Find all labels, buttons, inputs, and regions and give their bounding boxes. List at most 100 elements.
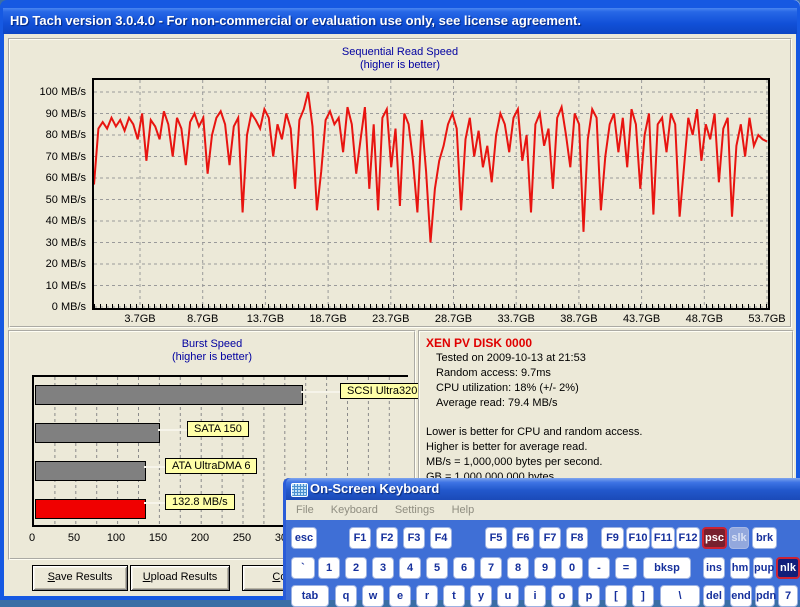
osk-key-nlk[interactable]: nlk — [776, 557, 800, 579]
seq-x-tick: 23.7GB — [368, 313, 414, 325]
osk-key-u[interactable]: u — [497, 585, 519, 607]
seq-y-tick: 100 MB/s — [16, 86, 86, 98]
osk-key-7[interactable]: 7 — [480, 557, 502, 579]
osk-key--[interactable]: - — [588, 557, 610, 579]
osk-key-5[interactable]: 5 — [426, 557, 448, 579]
burst-bar-label: 132.8 MB/s — [165, 494, 235, 510]
seq-plot-area — [92, 78, 770, 310]
osk-key-r[interactable]: r — [416, 585, 438, 607]
osk-key-3[interactable]: 3 — [372, 557, 394, 579]
osk-key-F3[interactable]: F3 — [403, 527, 425, 549]
osk-key-F9[interactable]: F9 — [601, 527, 624, 549]
osk-key-F5[interactable]: F5 — [485, 527, 507, 549]
osk-key-8[interactable]: 8 — [507, 557, 529, 579]
burst-bar-0 — [35, 385, 303, 405]
osk-key-brk[interactable]: brk — [752, 527, 777, 549]
seq-axis-ticks — [94, 304, 768, 308]
osk-key-][interactable]: ] — [632, 585, 654, 607]
seq-y-tick: 80 MB/s — [16, 129, 86, 141]
osk-menu-settings[interactable]: Settings — [395, 504, 435, 516]
chart-subtitle-line: (higher is better) — [10, 351, 414, 364]
osk-key-y[interactable]: y — [470, 585, 492, 607]
osk-key-1[interactable]: 1 — [318, 557, 340, 579]
osk-key-q[interactable]: q — [335, 585, 357, 607]
seq-x-tick: 13.7GB — [242, 313, 288, 325]
osk-key-area: esc F1F2F3F4 F5F6F7F8 F9F10F11F12pscslkbrk `… — [286, 520, 800, 600]
burst-bar-1 — [35, 423, 160, 443]
osk-titlebar[interactable]: On-Screen Keyboard — [286, 478, 800, 500]
disk-name: XEN PV DISK 0000 — [426, 335, 788, 351]
seq-x-tick: 18.7GB — [305, 313, 351, 325]
osk-key-slk[interactable]: slk — [729, 527, 749, 549]
info-line: Tested on 2009-10-13 at 21:53 — [426, 351, 788, 366]
burst-bar-label: SCSI Ultra320 — [340, 383, 424, 399]
screen: HD Tach version 3.0.4.0 - For non-commer… — [0, 0, 800, 600]
burst-bar-label: ATA UltraDMA 6 — [165, 458, 257, 474]
burst-x-tick: 150 — [141, 532, 175, 544]
seq-x-tick: 43.7GB — [619, 313, 665, 325]
osk-key-p[interactable]: p — [578, 585, 600, 607]
osk-key-\[interactable]: \ — [660, 585, 700, 607]
spacer — [426, 411, 788, 425]
window-title: HD Tach version 3.0.4.0 - For non-commer… — [10, 13, 581, 28]
osk-menu-help[interactable]: Help — [452, 504, 475, 516]
osk-key-w[interactable]: w — [362, 585, 384, 607]
osk-key-F11[interactable]: F11 — [651, 527, 675, 549]
upload-results-button[interactable]: Upload Results — [130, 565, 230, 591]
osk-key-tab[interactable]: tab — [291, 585, 329, 607]
osk-key-esc[interactable]: esc — [291, 527, 317, 549]
osk-key-ins[interactable]: ins — [703, 557, 725, 579]
osk-menu-keyboard[interactable]: Keyboard — [331, 504, 378, 516]
hdtach-titlebar[interactable]: HD Tach version 3.0.4.0 - For non-commer… — [3, 8, 797, 34]
osk-key-e[interactable]: e — [389, 585, 411, 607]
osk-key-F1[interactable]: F1 — [349, 527, 371, 549]
burst-x-tick: 100 — [99, 532, 133, 544]
disk-stats: Tested on 2009-10-13 at 21:53Random acce… — [426, 351, 788, 411]
osk-key-psc[interactable]: psc — [702, 527, 727, 549]
osk-menu-file[interactable]: File — [296, 504, 314, 516]
osk-key-F6[interactable]: F6 — [512, 527, 534, 549]
seq-read-line — [94, 92, 767, 243]
osk-key-F12[interactable]: F12 — [676, 527, 700, 549]
osk-key-=[interactable]: = — [615, 557, 637, 579]
keyboard-icon — [291, 483, 308, 497]
seq-x-tick: 53.7GB — [744, 313, 790, 325]
chart-subtitle-line: (higher is better) — [10, 59, 790, 72]
seq-y-tick: 90 MB/s — [16, 108, 86, 120]
osk-key-F7[interactable]: F7 — [539, 527, 561, 549]
save-results-button[interactable]: Save Results — [32, 565, 128, 591]
osk-key-`[interactable]: ` — [291, 557, 315, 579]
osk-key-0[interactable]: 0 — [561, 557, 583, 579]
osk-key-t[interactable]: t — [443, 585, 465, 607]
osk-key-9[interactable]: 9 — [534, 557, 556, 579]
osk-key-2[interactable]: 2 — [345, 557, 367, 579]
osk-key-6[interactable]: 6 — [453, 557, 475, 579]
osk-key-4[interactable]: 4 — [399, 557, 421, 579]
info-notes: Lower is better for CPU and random acces… — [426, 425, 788, 485]
osk-key-pup[interactable]: pup — [753, 557, 773, 579]
seq-y-tick: 50 MB/s — [16, 194, 86, 206]
osk-key-i[interactable]: i — [524, 585, 546, 607]
osk-key-7[interactable]: 7 — [778, 585, 798, 607]
osk-key-F8[interactable]: F8 — [566, 527, 588, 549]
osk-key-pdn[interactable]: pdn — [755, 585, 775, 607]
osk-key-F2[interactable]: F2 — [376, 527, 398, 549]
osk-key-end[interactable]: end — [730, 585, 752, 607]
osk-key-hm[interactable]: hm — [730, 557, 750, 579]
seq-x-tick: 33.7GB — [493, 313, 539, 325]
info-line: CPU utilization: 18% (+/- 2%) — [426, 381, 788, 396]
osk-key-bksp[interactable]: bksp — [643, 557, 691, 579]
info-line: Random access: 9.7ms — [426, 366, 788, 381]
osk-key-o[interactable]: o — [551, 585, 573, 607]
info-line: Lower is better for CPU and random acces… — [426, 425, 788, 440]
seq-y-tick: 0 MB/s — [16, 301, 86, 313]
seq-x-tick: 3.7GB — [117, 313, 163, 325]
osk-key-F10[interactable]: F10 — [626, 527, 650, 549]
on-screen-keyboard-window: On-Screen Keyboard File Keyboard Settings H… — [283, 478, 800, 600]
info-line: MB/s = 1,000,000 bytes per second. — [426, 455, 788, 470]
seq-x-tick: 48.7GB — [681, 313, 727, 325]
osk-key-F4[interactable]: F4 — [430, 527, 452, 549]
osk-key-[[interactable]: [ — [605, 585, 627, 607]
osk-key-del[interactable]: del — [703, 585, 725, 607]
seq-y-tick: 60 MB/s — [16, 172, 86, 184]
